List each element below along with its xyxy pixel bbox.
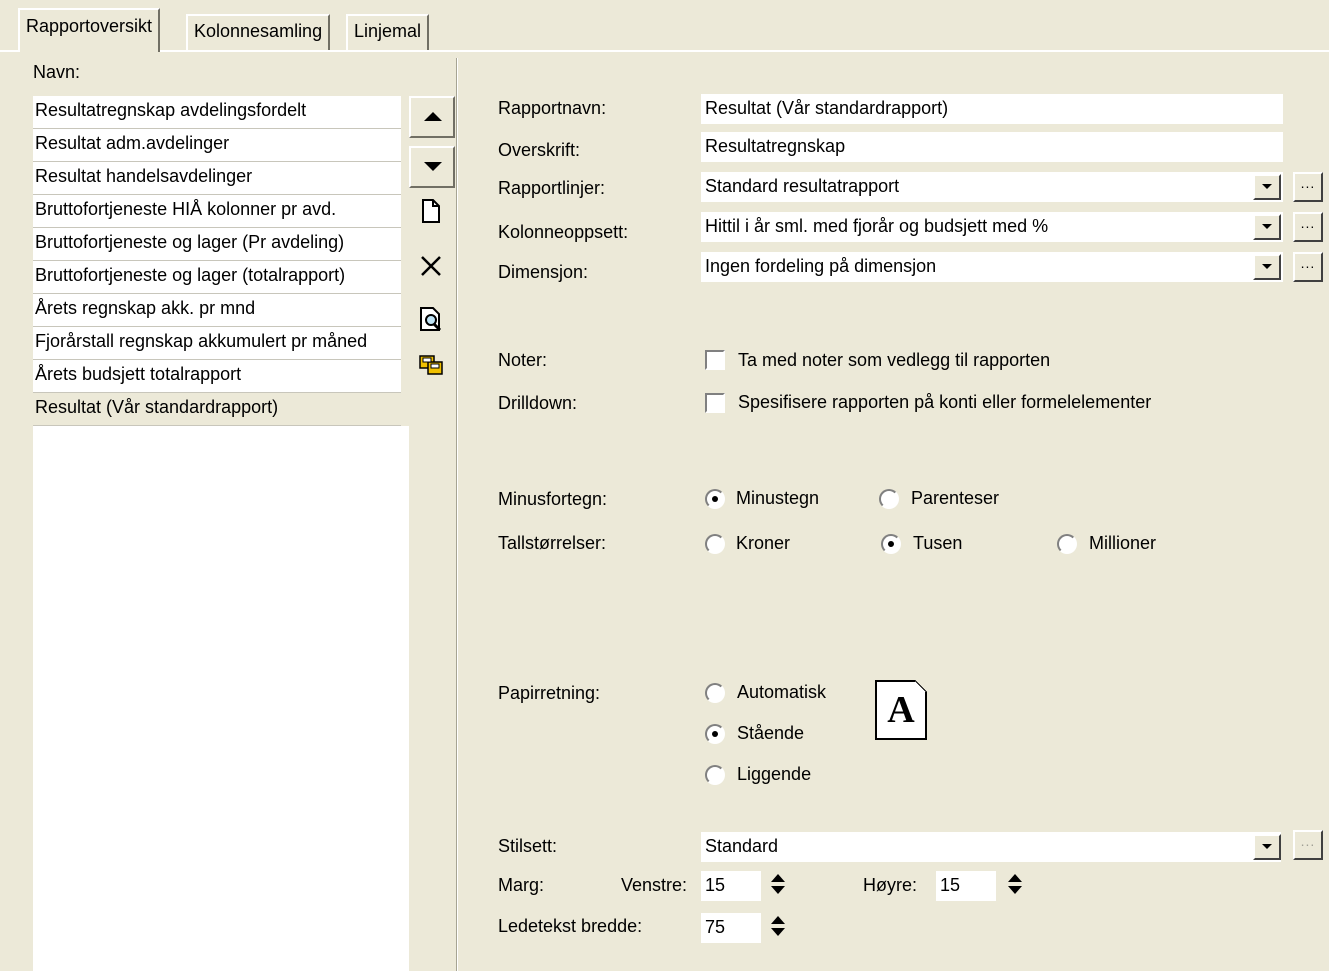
marg-label: Marg: [498, 875, 545, 895]
report-list: Resultatregnskap avdelingsfordelt Result… [33, 96, 401, 426]
minustegn-radio-label[interactable]: Minustegn [736, 488, 819, 509]
kolonneoppsett-dropdown-button[interactable] [1253, 214, 1281, 240]
spin-up-icon [771, 916, 785, 924]
millioner-radio-label[interactable]: Millioner [1089, 533, 1156, 554]
tab-baseline [0, 50, 1329, 52]
rapportnavn-input[interactable]: Resultat (Vår standardrapport) [701, 94, 1283, 124]
liggende-radio[interactable] [705, 765, 725, 785]
hoyre-label: Høyre: [863, 875, 917, 895]
paper-orientation-letter: A [887, 689, 915, 731]
stilsett-browse-button[interactable]: ... [1293, 830, 1323, 860]
venstre-label: Venstre: [621, 875, 688, 895]
kolonneoppsett-browse-button[interactable]: ... [1293, 212, 1323, 242]
stilsett-select[interactable]: Standard [701, 832, 1281, 862]
stilsett-label: Stilsett: [498, 836, 558, 856]
list-item[interactable]: Resultat handelsavdelinger [33, 162, 401, 195]
new-document-icon[interactable] [418, 198, 444, 224]
tab-kolonnesamling[interactable]: Kolonnesamling [186, 14, 331, 50]
tab-linjemal[interactable]: Linjemal [346, 14, 430, 50]
spin-up-icon [771, 874, 785, 882]
drilldown-checkbox-label[interactable]: Spesifisere rapporten på konti eller for… [738, 392, 1151, 413]
minusfortegn-label: Minusfortegn: [498, 489, 608, 509]
list-empty-area [33, 426, 409, 971]
ledetekst-bredde-label: Ledetekst bredde: [498, 916, 643, 936]
copy-icon[interactable] [418, 352, 444, 378]
delete-icon[interactable] [418, 253, 444, 279]
page-fold-icon [915, 680, 927, 692]
kolonneoppsett-label: Kolonneoppsett: [498, 222, 629, 242]
rapportlinjer-select[interactable]: Standard resultatrapport [701, 172, 1283, 202]
minustegn-radio[interactable] [705, 489, 725, 509]
venstre-margin-input[interactable]: 15 [701, 871, 761, 901]
millioner-radio[interactable] [1057, 534, 1077, 554]
list-item[interactable]: Resultat adm.avdelinger [33, 129, 401, 162]
hoyre-spin-button[interactable] [1005, 872, 1025, 900]
rapportnavn-label: Rapportnavn: [498, 98, 607, 118]
drilldown-label: Drilldown: [498, 393, 578, 413]
panel-divider [456, 58, 458, 971]
tab-rapportoversikt[interactable]: Rapportoversikt [18, 8, 161, 52]
spin-down-icon [771, 886, 785, 894]
list-item[interactable]: Resultatregnskap avdelingsfordelt [33, 96, 401, 129]
spin-down-icon [1008, 886, 1022, 894]
spin-up-icon [1008, 874, 1022, 882]
noter-checkbox-label[interactable]: Ta med noter som vedlegg til rapporten [738, 350, 1050, 371]
rapportlinjer-dropdown-button[interactable] [1253, 174, 1281, 200]
overskrift-input[interactable]: Resultatregnskap [701, 132, 1283, 162]
rapportlinjer-browse-button[interactable]: ... [1293, 172, 1323, 202]
kroner-radio[interactable] [705, 534, 725, 554]
spin-down-icon [771, 928, 785, 936]
tab-strip: Kolonnesamling Linjemal Rapportoversikt [0, 0, 1329, 52]
parenteser-radio[interactable] [879, 489, 899, 509]
tusen-radio-label[interactable]: Tusen [913, 533, 962, 554]
list-item-selected[interactable]: Resultat (Vår standardrapport) [33, 393, 401, 426]
hoyre-margin-input[interactable]: 15 [936, 871, 996, 901]
tallstorrelser-label: Tallstørrelser: [498, 533, 607, 553]
list-item[interactable]: Bruttofortjeneste HIÅ kolonner pr avd. [33, 195, 401, 228]
move-down-icon [424, 162, 442, 171]
list-item[interactable]: Årets regnskap akk. pr mnd [33, 294, 401, 327]
dimensjon-browse-button[interactable]: ... [1293, 252, 1323, 282]
noter-label: Noter: [498, 350, 548, 370]
ledetekst-bredde-input[interactable]: 75 [701, 913, 761, 943]
ledetekst-spin-button[interactable] [768, 914, 788, 942]
dimensjon-dropdown-button[interactable] [1253, 254, 1281, 280]
stilsett-dropdown-button[interactable] [1253, 834, 1281, 860]
staende-radio-label[interactable]: Stående [737, 723, 804, 744]
rapportlinjer-label: Rapportlinjer: [498, 178, 606, 198]
dimensjon-select[interactable]: Ingen fordeling på dimensjon [701, 252, 1283, 282]
noter-checkbox[interactable] [705, 350, 725, 370]
tusen-radio[interactable] [881, 534, 901, 554]
liggende-radio-label[interactable]: Liggende [737, 764, 811, 785]
kolonneoppsett-select[interactable]: Hittil i år sml. med fjorår og budsjett … [701, 212, 1283, 242]
list-header: Navn: [33, 62, 81, 82]
papirretning-label: Papirretning: [498, 683, 601, 703]
venstre-spin-button[interactable] [768, 872, 788, 900]
automatisk-radio[interactable] [705, 683, 725, 703]
kroner-radio-label[interactable]: Kroner [736, 533, 790, 554]
list-item[interactable]: Fjorårstall regnskap akkumulert pr måned [33, 327, 401, 360]
list-item[interactable]: Årets budsjett totalrapport [33, 360, 401, 393]
automatisk-radio-label[interactable]: Automatisk [737, 682, 826, 703]
paper-orientation-icon: A [875, 680, 927, 740]
drilldown-checkbox[interactable] [705, 393, 725, 413]
move-down-button[interactable] [409, 146, 455, 188]
list-toolbar [409, 58, 455, 971]
move-up-icon [424, 112, 442, 121]
move-up-button[interactable] [409, 96, 455, 138]
list-item[interactable]: Bruttofortjeneste og lager (totalrapport… [33, 261, 401, 294]
dimensjon-label: Dimensjon: [498, 262, 589, 282]
overskrift-label: Overskrift: [498, 140, 581, 160]
parenteser-radio-label[interactable]: Parenteser [911, 488, 999, 509]
staende-radio[interactable] [705, 724, 725, 744]
list-item[interactable]: Bruttofortjeneste og lager (Pr avdeling) [33, 228, 401, 261]
preview-icon[interactable] [418, 306, 444, 332]
